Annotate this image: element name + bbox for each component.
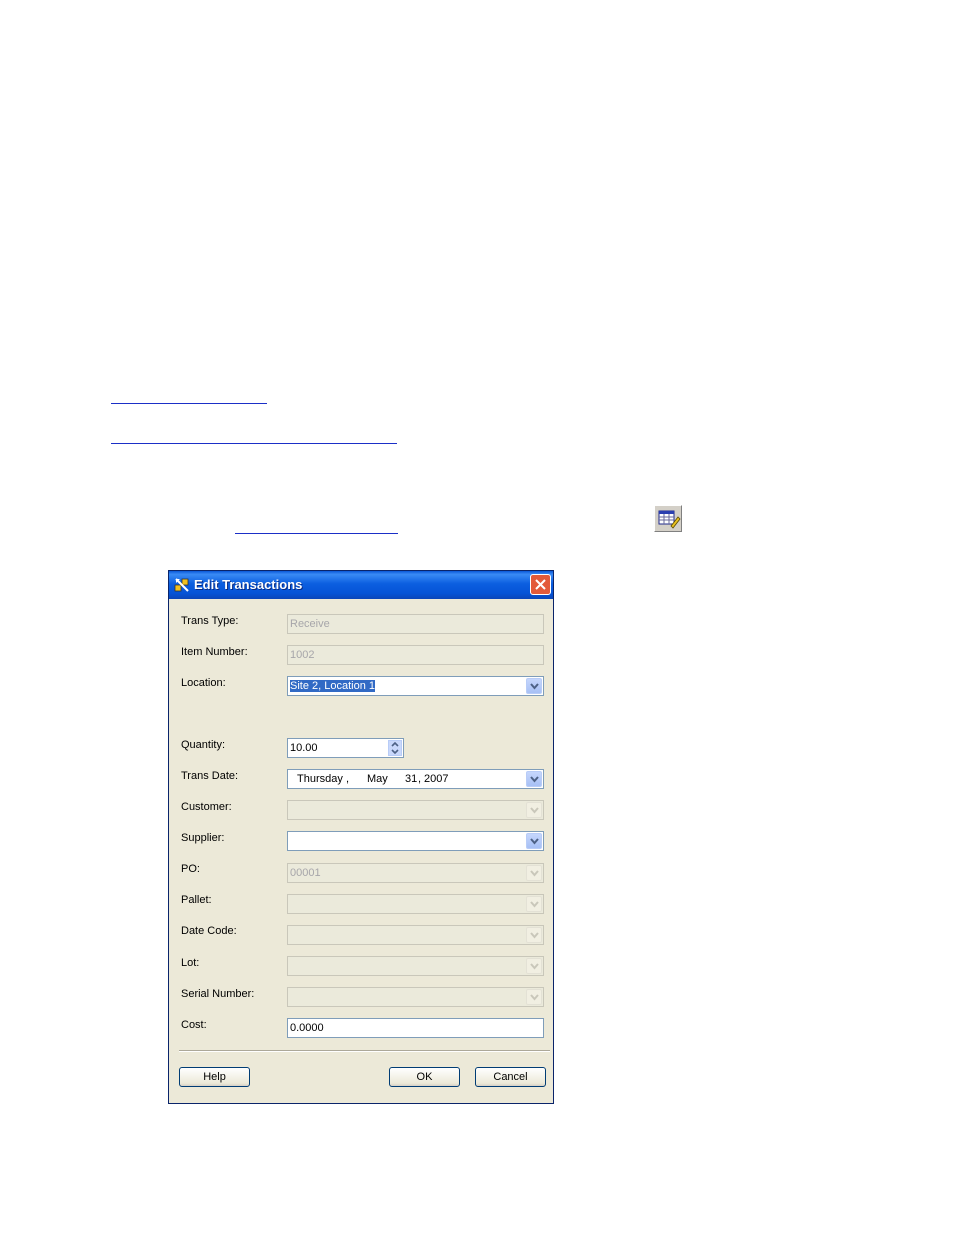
ok-button[interactable]: OK <box>389 1067 460 1087</box>
trans-date-picker[interactable]: Thursday , May 31 , 2007 <box>287 769 544 789</box>
location-label: Location: <box>181 677 226 689</box>
quantity-value: 10.00 <box>290 742 318 754</box>
spin-buttons[interactable] <box>388 740 402 756</box>
pallet-label: Pallet: <box>181 894 212 906</box>
chevron-down-icon[interactable] <box>526 833 542 849</box>
lot-label: Lot: <box>181 957 200 969</box>
cost-input[interactable]: 0.0000 <box>287 1018 544 1038</box>
chevron-down-icon <box>526 927 542 943</box>
hyperlink-2[interactable] <box>111 443 397 444</box>
item-number-value: 1002 <box>290 649 315 661</box>
date-day[interactable]: 31 <box>405 773 417 785</box>
hyperlink-3[interactable] <box>235 533 398 534</box>
trans-date-label: Trans Date: <box>181 770 239 782</box>
chevron-down-icon <box>526 865 542 881</box>
title-bar[interactable]: Edit Transactions <box>169 571 553 599</box>
chevron-down-icon[interactable] <box>526 771 542 787</box>
customer-label: Customer: <box>181 801 232 813</box>
date-year[interactable]: 2007 <box>424 773 448 785</box>
edit-transactions-dialog: Edit Transactions Trans Type: Receive It… <box>168 570 554 1104</box>
po-value: 00001 <box>290 867 321 879</box>
quantity-stepper[interactable]: 10.00 <box>287 738 404 758</box>
cost-label: Cost: <box>181 1019 207 1031</box>
supplier-label: Supplier: <box>181 832 225 844</box>
help-button[interactable]: Help <box>179 1067 250 1087</box>
edit-transaction-icon[interactable] <box>654 505 682 532</box>
supplier-select[interactable] <box>287 831 544 851</box>
chevron-down-icon <box>526 802 542 818</box>
pallet-select <box>287 894 544 914</box>
serial-number-label: Serial Number: <box>181 988 255 1000</box>
date-month[interactable]: May <box>367 773 388 785</box>
customer-select <box>287 800 544 820</box>
cost-value: 0.0000 <box>290 1022 324 1034</box>
chevron-down-icon <box>526 958 542 974</box>
date-code-label: Date Code: <box>181 925 237 937</box>
item-number-field: 1002 <box>287 645 544 665</box>
location-select[interactable]: Site 2, Location 1 <box>287 676 544 696</box>
chevron-down-icon <box>526 896 542 912</box>
date-separator: , <box>418 773 422 785</box>
cancel-button[interactable]: Cancel <box>475 1067 546 1087</box>
lot-select <box>287 956 544 976</box>
trans-type-label: Trans Type: <box>181 615 239 627</box>
spin-arrows-icon <box>391 741 399 755</box>
dialog-title: Edit Transactions <box>194 577 303 592</box>
separator <box>179 1050 550 1052</box>
app-icon <box>173 576 191 594</box>
item-number-label: Item Number: <box>181 646 248 658</box>
close-icon <box>535 579 546 590</box>
location-value: Site 2, Location 1 <box>290 680 376 692</box>
chevron-down-icon[interactable] <box>526 678 542 694</box>
serial-number-select <box>287 987 544 1007</box>
po-label: PO: <box>181 863 200 875</box>
trans-type-field: Receive <box>287 614 544 634</box>
date-weekday[interactable]: Thursday <box>297 773 343 785</box>
chevron-down-icon <box>526 989 542 1005</box>
po-select: 00001 <box>287 863 544 883</box>
close-button[interactable] <box>530 574 551 595</box>
quantity-label: Quantity: <box>181 739 226 751</box>
trans-type-value: Receive <box>290 618 330 630</box>
date-code-select <box>287 925 544 945</box>
date-separator: , <box>346 773 350 785</box>
hyperlink-1[interactable] <box>111 403 267 404</box>
